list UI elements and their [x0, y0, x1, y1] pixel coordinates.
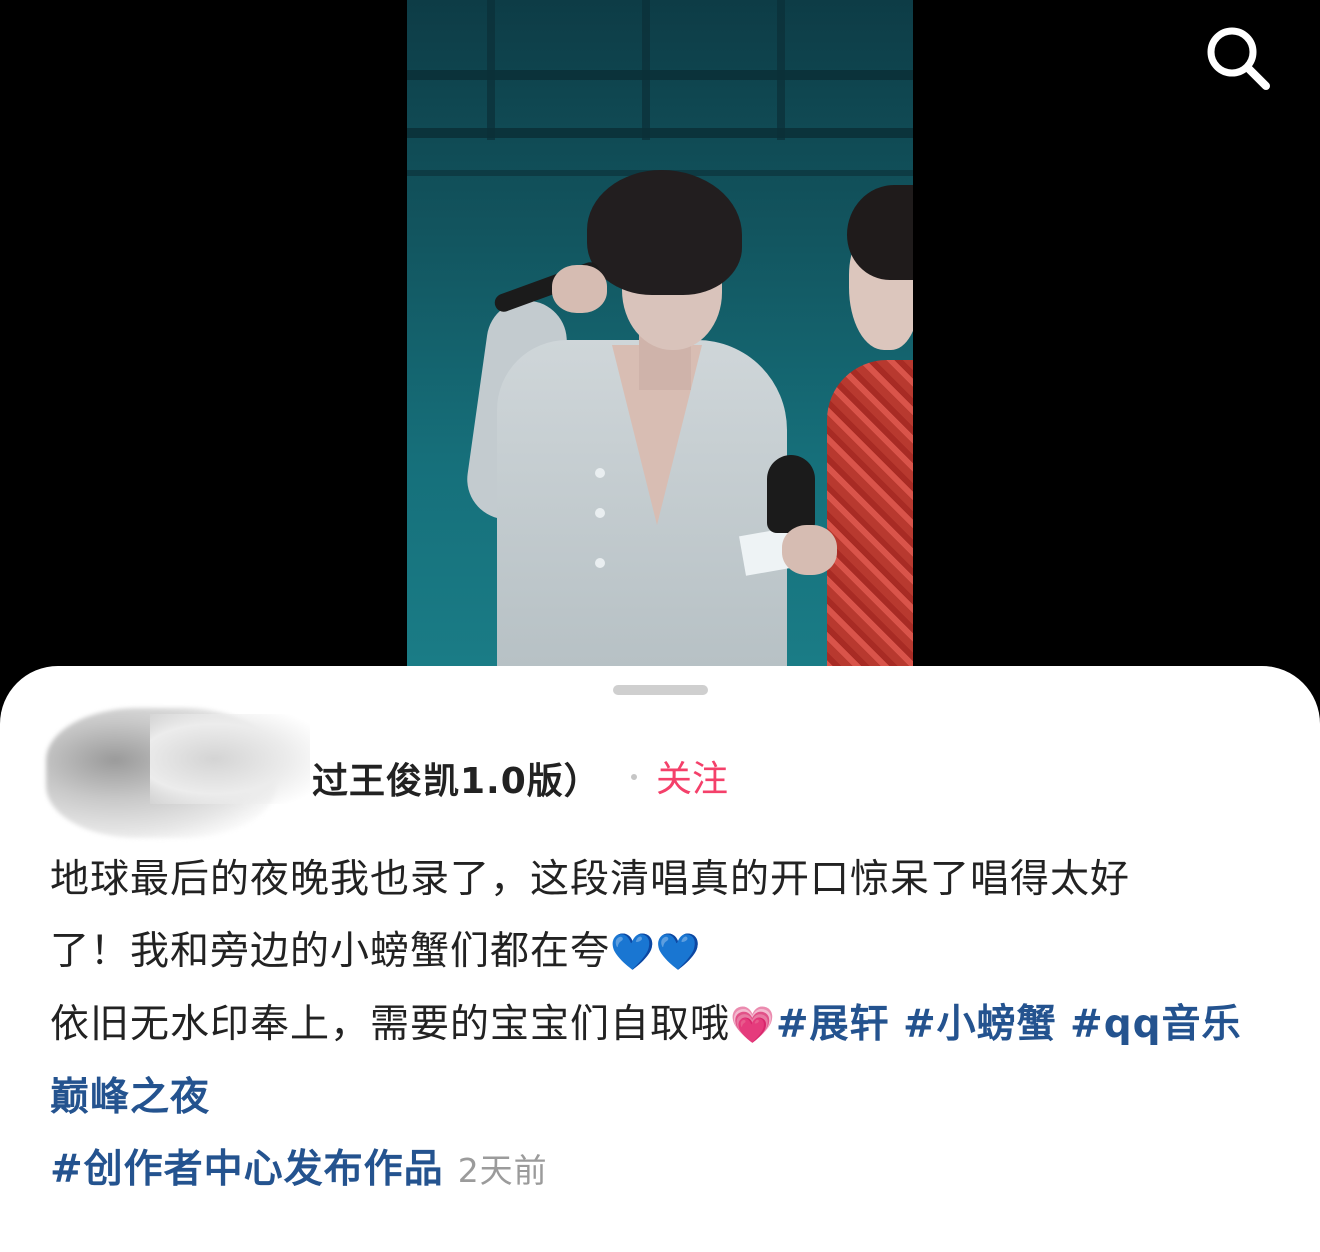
post-line: 了！我和旁边的小螃蟹们都在夸💙💙	[50, 916, 1275, 989]
post-line-text: 地球最后的夜晚我也录了，这段清唱真的开口惊呆了唱得太好	[50, 857, 1131, 902]
stage-post	[777, 0, 785, 140]
sheet-drag-handle[interactable]	[613, 685, 708, 695]
stage-post	[642, 0, 650, 140]
redacted-username-blur	[150, 714, 310, 804]
comment-sheet: 过王俊凯1.0版） 关注 地球最后的夜晚我也录了，这段清唱真的开口惊呆了唱得太好…	[0, 666, 1320, 1252]
suit-button	[595, 558, 605, 568]
separator-dot	[631, 774, 637, 780]
host-hand	[782, 525, 837, 575]
suit-button	[595, 508, 605, 518]
stage-truss	[407, 128, 913, 138]
post-line-text: 了！我和旁边的小螃蟹们都在夸	[50, 929, 611, 974]
author-name[interactable]: 过王俊凯1.0版）	[312, 752, 601, 804]
post-line: #创作者中心发布作品 2天前	[50, 1134, 1275, 1207]
stage-truss	[407, 70, 913, 80]
search-icon	[1207, 27, 1270, 90]
singer-hand	[552, 265, 607, 313]
hashtag-link[interactable]: #展轩	[776, 1002, 890, 1047]
post-line-text: 依旧无水印奉上，需要的宝宝们自取哦	[50, 1002, 731, 1047]
search-button[interactable]	[1198, 24, 1278, 94]
blue-heart-emoji: 💙💙	[610, 932, 702, 973]
pink-heart-emoji: 💗	[730, 1005, 776, 1046]
singer-hair	[587, 170, 742, 295]
post-time: 2天前	[457, 1151, 548, 1190]
follow-button[interactable]: 关注	[656, 750, 728, 802]
post-line: 地球最后的夜晚我也录了，这段清唱真的开口惊呆了唱得太好	[50, 844, 1275, 916]
post-text: 地球最后的夜晚我也录了，这段清唱真的开口惊呆了唱得太好 了！我和旁边的小螃蟹们都…	[50, 844, 1275, 1207]
hashtag-link[interactable]: #小螃蟹	[903, 1002, 1057, 1047]
video-player[interactable]	[407, 0, 913, 666]
suit-button	[595, 468, 605, 478]
hashtag-link[interactable]: #创作者中心发布作品	[50, 1147, 444, 1192]
post-line: 依旧无水印奉上，需要的宝宝们自取哦💗#展轩 #小螃蟹 #qq音乐巅峰之夜	[50, 989, 1275, 1134]
host-sequin-jacket	[827, 360, 913, 666]
host-microphone	[767, 455, 815, 533]
stage-post	[487, 0, 495, 140]
